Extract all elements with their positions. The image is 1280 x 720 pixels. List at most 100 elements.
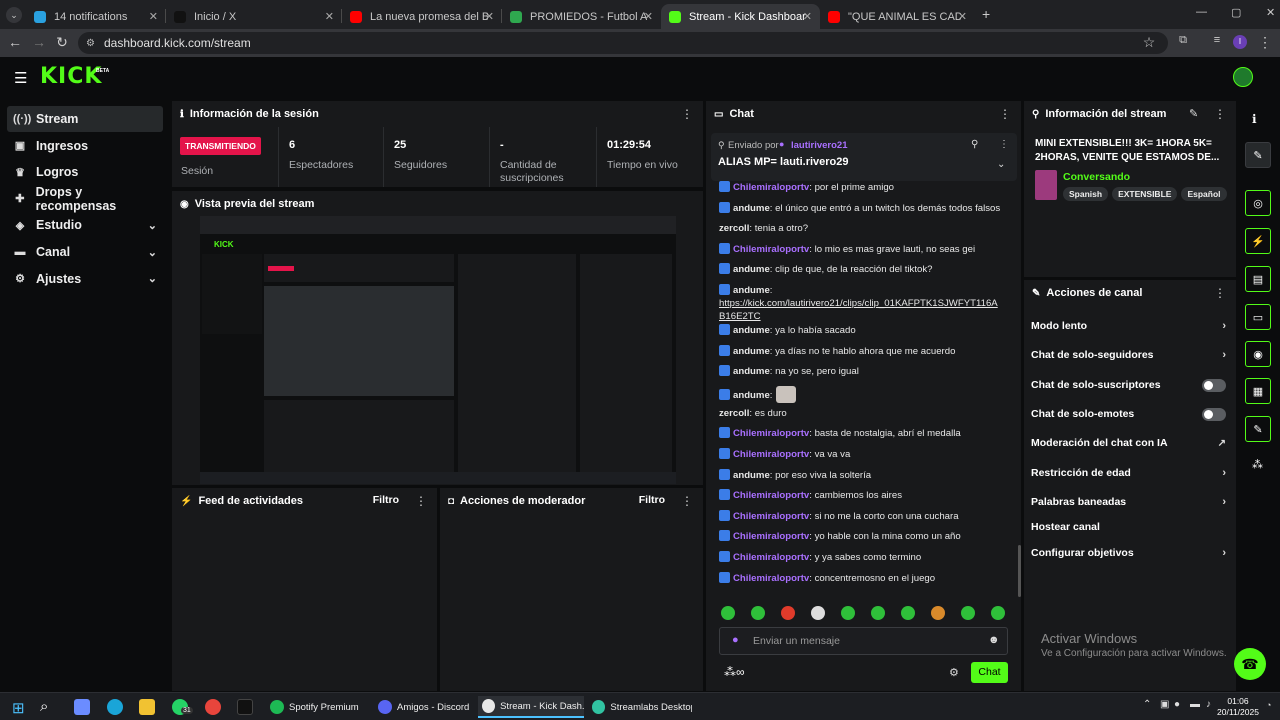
- new-tab-icon[interactable]: +: [982, 6, 990, 22]
- quick-emote-icon[interactable]: [781, 606, 795, 620]
- tab-close-icon[interactable]: ✕: [325, 10, 334, 23]
- chat-message[interactable]: zercoll: es duro: [719, 407, 1004, 420]
- activity-filter-button[interactable]: Filtro: [373, 494, 399, 506]
- pinned-more-icon[interactable]: ⋮: [999, 139, 1009, 150]
- tab-search-button[interactable]: ⌄: [6, 7, 22, 23]
- tools-icon[interactable]: ✎: [1245, 416, 1271, 442]
- clock-date[interactable]: 20/11/2025: [1212, 707, 1264, 717]
- tab-close-icon[interactable]: ✕: [803, 10, 812, 23]
- category-thumbnail[interactable]: [1035, 170, 1057, 200]
- chat-username[interactable]: Chilemiraloportv: [733, 449, 809, 460]
- chat-message[interactable]: andume: por eso viva la soltería: [719, 468, 1004, 482]
- chat-message[interactable]: Chilemiraloportv: por el prime amigo: [719, 181, 1004, 194]
- url-field[interactable]: ⚙ dashboard.kick.com/stream: [78, 32, 1168, 54]
- taskbar-app-1[interactable]: Amigos - Discord: [374, 696, 474, 718]
- sidebar-item-logros[interactable]: ♛ Logros: [7, 159, 163, 185]
- chat-message[interactable]: andume: na yo se, pero igual: [719, 365, 1004, 378]
- tab-telegram[interactable]: 14 notifications ✕: [26, 4, 166, 29]
- quick-emote-icon[interactable]: [991, 606, 1005, 620]
- chat-message[interactable]: Chilemiraloportv: concentremosno en el j…: [719, 571, 1004, 585]
- session-more-icon[interactable]: ⋮: [681, 107, 693, 121]
- notification-bell-icon[interactable]: ◔: [1266, 700, 1271, 710]
- add-widget-icon[interactable]: ⁂: [1252, 458, 1263, 471]
- browser-menu-icon[interactable]: ⋮: [1256, 34, 1274, 51]
- tab-close-icon[interactable]: ✕: [644, 10, 653, 23]
- toggle-switch[interactable]: [1202, 378, 1226, 392]
- clock-time[interactable]: 01:06: [1217, 696, 1259, 706]
- lightning-icon[interactable]: ⚡: [1245, 228, 1271, 254]
- sidebar-item-ingresos[interactable]: ▣ Ingresos: [7, 133, 163, 159]
- tiktok-icon[interactable]: [237, 699, 253, 715]
- sidebar-item-stream[interactable]: ((·)) Stream: [7, 106, 163, 132]
- tray-app-icon[interactable]: ▣: [1160, 699, 1169, 710]
- minimize-icon[interactable]: —: [1196, 6, 1207, 18]
- chat-icon[interactable]: ▭: [1245, 304, 1271, 330]
- media-controls-icon[interactable]: ≡: [1208, 34, 1226, 46]
- pinned-expand-icon[interactable]: ⌄: [997, 159, 1005, 170]
- chat-username[interactable]: andume: [733, 325, 770, 336]
- maximize-icon[interactable]: ▢: [1231, 6, 1241, 19]
- toggle-switch[interactable]: [1202, 407, 1226, 421]
- tab-close-icon[interactable]: ✕: [958, 10, 967, 23]
- chat-message[interactable]: andume: el único que entró a un twitch l…: [719, 201, 1004, 215]
- channel-action-8[interactable]: Configurar objetivos ›: [1031, 543, 1226, 563]
- sidebar-item-drops[interactable]: ✚ Drops y recompensas: [7, 185, 163, 213]
- edit-stream-icon[interactable]: ✎: [1189, 107, 1198, 120]
- stream-tag[interactable]: Español: [1181, 187, 1227, 201]
- volume-icon[interactable]: ♪: [1206, 699, 1211, 710]
- stream-tag[interactable]: EXTENSIBLE: [1112, 187, 1178, 201]
- channel-action-7[interactable]: Hostear canal: [1031, 517, 1226, 537]
- chat-username[interactable]: andume: [733, 470, 770, 481]
- close-window-icon[interactable]: ✕: [1266, 6, 1275, 19]
- sidebar-item-ajustes[interactable]: ⚙ Ajustes ⌄: [7, 266, 163, 292]
- bookmark-star-icon[interactable]: ☆: [1140, 34, 1158, 51]
- chat-username[interactable]: andume: [733, 285, 770, 296]
- edge-icon[interactable]: [107, 699, 123, 715]
- activity-more-icon[interactable]: ⋮: [415, 494, 427, 508]
- support-button[interactable]: ☎: [1234, 648, 1266, 680]
- layout-icon[interactable]: ▦: [1245, 378, 1271, 404]
- quick-emote-icon[interactable]: [721, 606, 735, 620]
- network-icon[interactable]: ▬: [1190, 699, 1200, 710]
- quick-emote-icon[interactable]: [961, 606, 975, 620]
- hamburger-menu-icon[interactable]: ☰: [14, 69, 27, 87]
- chat-username[interactable]: Chilemiraloportv: [733, 428, 809, 439]
- taskbar-app-2[interactable]: Stream - Kick Dash...: [478, 696, 584, 718]
- extensions-icon[interactable]: ⧉: [1174, 34, 1192, 47]
- chat-username[interactable]: andume: [733, 203, 770, 214]
- tab-x[interactable]: Inicio / X ✕: [166, 4, 342, 29]
- chat-username[interactable]: andume: [733, 366, 770, 377]
- channel-action-6[interactable]: Palabras baneadas ›: [1031, 492, 1226, 512]
- quick-emote-icon[interactable]: [901, 606, 915, 620]
- chat-message[interactable]: Chilemiraloportv: si no me la corto con …: [719, 509, 1004, 523]
- channel-actions-more-icon[interactable]: ⋮: [1214, 286, 1226, 300]
- quick-emote-icon[interactable]: [751, 606, 765, 620]
- chat-username[interactable]: Chilemiraloportv: [733, 511, 809, 522]
- quick-emote-icon[interactable]: [871, 606, 885, 620]
- sidebar-item-estudio[interactable]: ◈ Estudio ⌄: [7, 212, 163, 238]
- broadcast-icon[interactable]: ◉: [1245, 341, 1271, 367]
- info-icon[interactable]: ℹ: [1252, 112, 1257, 126]
- back-icon[interactable]: ←: [6, 34, 24, 50]
- search-icon[interactable]: ⌕: [40, 698, 48, 715]
- chat-username[interactable]: andume: [733, 264, 770, 275]
- channel-action-5[interactable]: Restricción de edad ›: [1031, 463, 1226, 483]
- chat-message[interactable]: Chilemiraloportv: basta de nostalgia, ab…: [719, 427, 1004, 440]
- chat-username[interactable]: Chilemiraloportv: [733, 573, 809, 584]
- channel-action-2[interactable]: Chat de solo-suscriptores: [1031, 375, 1226, 395]
- profile-avatar[interactable]: I: [1233, 35, 1247, 49]
- moderator-more-icon[interactable]: ⋮: [681, 494, 693, 508]
- chat-username[interactable]: zercoll: [719, 408, 749, 419]
- mic-tray-icon[interactable]: ●: [1174, 699, 1180, 710]
- chat-username[interactable]: Chilemiraloportv: [733, 490, 809, 501]
- chat-message[interactable]: andume: https://kick.com/lautirivero21/cl…: [719, 284, 1004, 323]
- tab-close-icon[interactable]: ✕: [149, 10, 158, 23]
- start-icon[interactable]: ⊞: [12, 699, 25, 717]
- chat-username[interactable]: andume: [733, 346, 770, 357]
- forward-icon[interactable]: →: [30, 34, 48, 50]
- tab-youtube[interactable]: La nueva promesa del Barça no✕: [342, 4, 502, 29]
- stream-info-more-icon[interactable]: ⋮: [1214, 107, 1226, 121]
- channel-action-4[interactable]: Moderación del chat con IA ↗: [1031, 433, 1226, 453]
- chat-message[interactable]: Chilemiraloportv: va va va: [719, 448, 1004, 461]
- chat-message[interactable]: andume:: [719, 385, 1004, 403]
